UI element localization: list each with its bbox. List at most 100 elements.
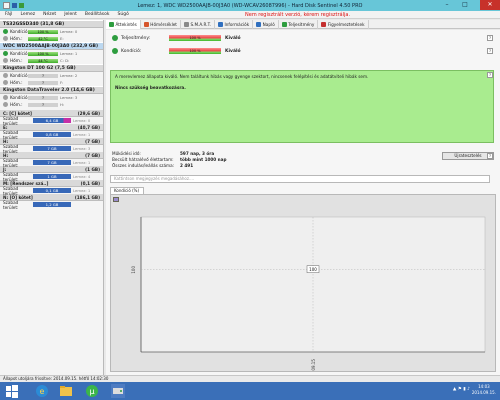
device-item[interactable]: WDC WD2500AAJB-00J3A0 (232,9 GB) <box>0 42 103 50</box>
status-text: A merevlemez állapota kiváló. Nem talált… <box>115 74 369 79</box>
free-space-bar: 0,1 GB <box>33 188 71 193</box>
stat-bar: 100 % <box>28 51 58 56</box>
tab-label: Teljesítmény <box>288 22 315 27</box>
start-icon[interactable] <box>4 383 20 399</box>
tab-label: Hőmérséklet <box>150 22 177 27</box>
utorrent-icon[interactable]: µ <box>84 383 100 399</box>
performance-status: Kiváló <box>225 35 241 41</box>
tab-1[interactable]: Hőmérséklet <box>141 20 181 29</box>
volume-size: (1 GB) <box>85 167 100 172</box>
hard-disk-sentinel-icon[interactable] <box>110 383 126 399</box>
help-icon[interactable]: ? <box>487 153 493 159</box>
help-icon[interactable]: ? <box>487 48 493 54</box>
stat-label: Hőm.: <box>10 58 23 63</box>
tab-condition-chart[interactable]: Kondíció (%) <box>110 187 144 194</box>
tab-6[interactable]: Figyelmeztetések <box>318 20 369 29</box>
save-icon[interactable] <box>12 3 17 8</box>
help-icon[interactable]: ? <box>487 35 493 41</box>
maximize-button[interactable]: □ <box>458 0 472 10</box>
clock-date: 2014.09.15. <box>471 390 496 395</box>
volume-free-row: Szabad terület: 7 GB Lemez: 3 <box>0 144 103 154</box>
volume-free-row: Szabad terület: 7 GB Lemez: 1 <box>0 158 103 168</box>
stat-extra: Lemez: 0 <box>60 29 78 34</box>
status-bar: Állapot utoljára frissítve: 2014.09.15. … <box>0 375 500 382</box>
tab-0[interactable]: Áttekintés <box>106 20 141 29</box>
stat-label: Kondíció: <box>10 73 30 78</box>
free-space-bar: 0,8 GB <box>33 132 71 137</box>
power-on-value: 597 nap, 3 óra <box>180 151 215 156</box>
device-item[interactable]: TS32GSSD340 (31,8 GB) <box>0 20 103 28</box>
stat-extra: Lemez: 2 <box>60 73 78 78</box>
overview-panel: Teljesítmény: 100 % Kiváló ? Kondíció: 1… <box>106 30 500 382</box>
tab-2[interactable]: S.M.A.R.T. <box>181 20 215 29</box>
stat-label: Hőm.: <box>10 80 23 85</box>
refresh-icon[interactable] <box>19 3 24 8</box>
device-item[interactable]: Kingston DataTraveler 2.0 (14,6 GB) <box>0 86 103 94</box>
volume-free-row: Szabad terület: 1,2 GB <box>0 200 103 210</box>
device-condition-row: Kondíció: 100 % Lemez: 1 <box>0 50 103 57</box>
status-icon <box>3 95 8 100</box>
volume-size: (29,6 GB) <box>77 111 100 116</box>
clock[interactable]: 14:03 2014.09.15. <box>472 384 496 396</box>
stat-extra: H: <box>60 102 65 107</box>
app-icon[interactable] <box>3 2 10 9</box>
tab-5[interactable]: Teljesítmény <box>279 20 319 29</box>
close-button[interactable]: ✕ <box>480 0 500 10</box>
tab-label: Információk <box>224 22 250 27</box>
menu-view[interactable]: Nézet <box>43 12 56 17</box>
tab-label: Áttekintés <box>115 22 137 27</box>
volume-disk: Lemez: 4 <box>73 174 91 179</box>
stat-extra: Lemez: 3 <box>60 95 78 100</box>
help-icon[interactable]: ? <box>487 72 493 78</box>
stat-label: Hőm.: <box>10 102 23 107</box>
stat-label: Kondíció: <box>10 51 30 56</box>
device-condition-row: Kondíció:? Lemez: 3 <box>0 94 103 101</box>
thermometer-icon <box>3 36 8 41</box>
svg-text:e: e <box>40 387 45 396</box>
registration-notice[interactable]: Nem regisztrált verzió, kérem regisztrál… <box>245 12 350 18</box>
free-space-bar: 6,4 GB <box>33 118 71 123</box>
device-temperature-row: Hőm.: 44 °C C: D: <box>0 57 103 64</box>
file-explorer-icon[interactable] <box>58 383 74 399</box>
condition-bar: 100 % <box>169 48 221 54</box>
performance-row: Teljesítmény: 100 % Kiváló <box>112 34 241 42</box>
condition-chart-panel: 100 2014.09.15 100 <box>110 194 496 382</box>
chart-options-icon[interactable] <box>113 197 119 202</box>
free-space-bar: 7 GB <box>33 160 71 165</box>
volume-disk: Lemez: 3 <box>73 146 91 151</box>
device-item[interactable]: Kingston DT 100 G2 (7,5 GB) <box>0 64 103 72</box>
internet-explorer-icon[interactable]: e <box>34 383 50 399</box>
minimize-button[interactable]: – <box>440 0 454 10</box>
menu-disk[interactable]: Lemez <box>20 12 35 17</box>
menu-settings[interactable]: Beállítások <box>85 12 110 17</box>
tab-3[interactable]: Információk <box>215 20 254 29</box>
svg-text:µ: µ <box>89 387 94 396</box>
check-icon <box>112 35 118 41</box>
menu-bar: Fájl Lemez Nézet Jelent Beállítások Súgó… <box>0 11 500 19</box>
performance-bar: 100 % <box>169 35 221 41</box>
stat-label: Kondíció: <box>10 29 30 34</box>
volume-free-row: Szabad terület: 0,8 GB Lemez: 1 <box>0 130 103 140</box>
tab-4[interactable]: Napló <box>253 20 279 29</box>
status-message: A merevlemez állapota kiváló. Nem talált… <box>110 70 494 143</box>
tray-icons[interactable]: ▲ ⚑ ▮ ♪ <box>453 387 470 392</box>
menu-file[interactable]: Fájl <box>5 12 12 17</box>
tab-icon <box>143 22 149 27</box>
menu-help[interactable]: Súgó <box>118 12 129 17</box>
tab-icon <box>256 22 262 27</box>
check-icon <box>112 48 118 54</box>
menu-report[interactable]: Jelent <box>64 12 77 17</box>
tab-icon <box>281 22 287 27</box>
title-bar: Lemez: 1, WDC WD2500AAJB-00J3A0 (WD-WCAV… <box>0 0 500 11</box>
stat-extra: F: <box>60 80 64 85</box>
stat-extra: E: <box>60 36 64 41</box>
remaining-life: Becsült hátralévő élettartam: több mint … <box>112 157 227 162</box>
status-icon <box>3 29 8 34</box>
comment-field[interactable]: Kattintson megjegyzés megadásához.... <box>110 175 490 183</box>
remaining-label: Becsült hátralévő élettartam: <box>112 157 174 162</box>
power-on-time: Működési idő: 597 nap, 3 óra <box>112 151 214 156</box>
tab-icon <box>321 22 327 27</box>
window-title: Lemez: 1, WDC WD2500AAJB-00J3A0 (WD-WCAV… <box>137 2 363 9</box>
volume-size: (0,1 GB) <box>80 181 100 186</box>
volume-free-row: Szabad terület: 1 GB Lemez: 4 <box>0 172 103 182</box>
